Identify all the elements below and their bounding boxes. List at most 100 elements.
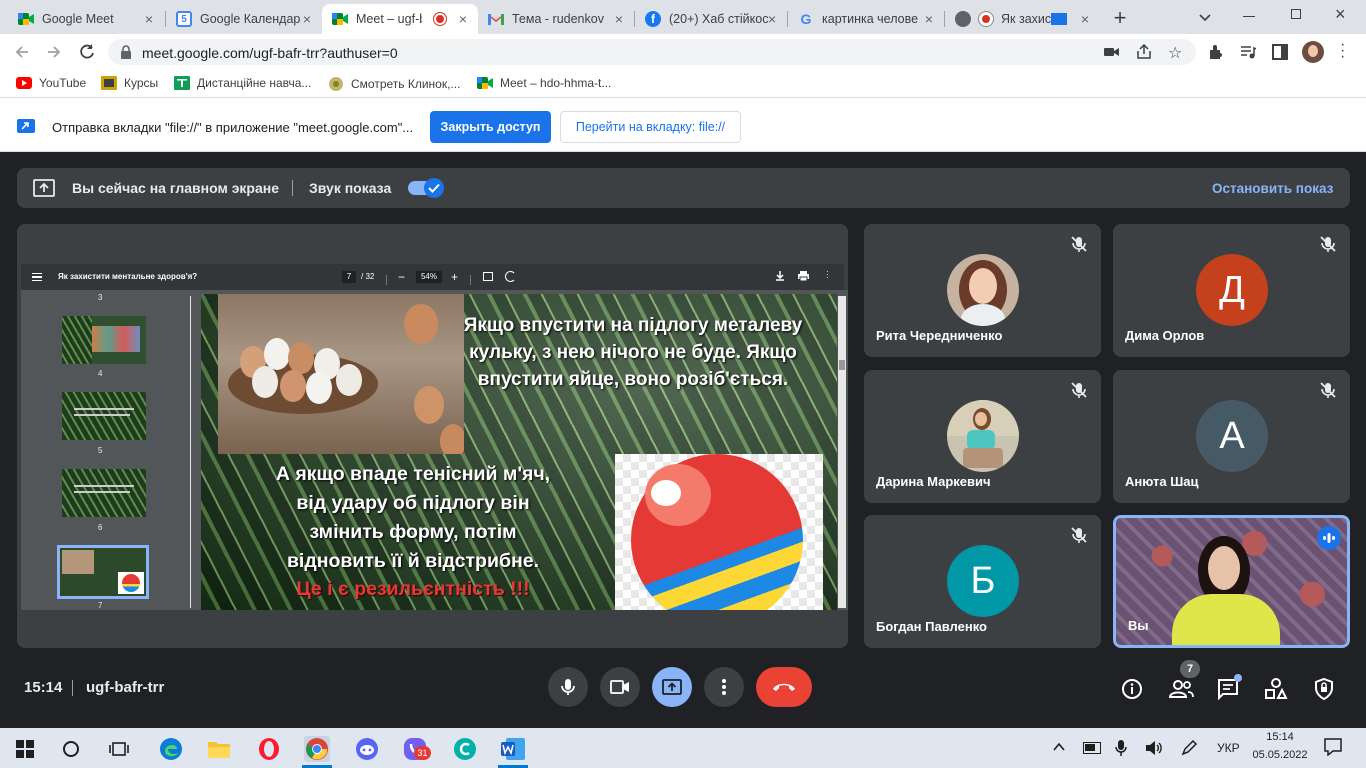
present-now-button[interactable] bbox=[652, 667, 692, 707]
thumb-number: 7 bbox=[98, 601, 103, 610]
pdf-page-input[interactable]: 7 bbox=[342, 271, 356, 283]
switch-tab-button[interactable]: Перейти на вкладку: file:// bbox=[560, 111, 741, 143]
leave-call-button[interactable] bbox=[756, 667, 812, 707]
media-control-icon[interactable] bbox=[1240, 44, 1256, 60]
close-icon[interactable]: × bbox=[765, 12, 779, 26]
pdf-more-icon[interactable]: · · · bbox=[826, 268, 829, 282]
tab-gmail[interactable]: Тема - rudenkov × bbox=[478, 4, 634, 34]
camera-permission-icon[interactable] bbox=[1104, 45, 1120, 59]
back-icon[interactable] bbox=[12, 42, 32, 62]
pdf-menu-icon[interactable] bbox=[32, 273, 42, 281]
bookmark-courses[interactable]: Курсы bbox=[101, 76, 158, 90]
discord-icon[interactable] bbox=[354, 736, 380, 762]
menu-icon[interactable]: · · · bbox=[1340, 37, 1346, 65]
participant-tile[interactable]: Дарина Маркевич bbox=[864, 370, 1101, 503]
pdf-fit-icon[interactable] bbox=[483, 272, 493, 281]
bookmark-demon-slayer[interactable]: Смотреть Клинок,... bbox=[328, 76, 460, 92]
extensions-icon[interactable] bbox=[1208, 44, 1224, 60]
tab-meet-active[interactable]: Meet – ugf-b × bbox=[322, 4, 478, 34]
tab-google-meet[interactable]: Google Meet × bbox=[8, 4, 164, 34]
url-text[interactable]: meet.google.com/ugf-bafr-trr?authuser=0 bbox=[142, 45, 398, 61]
windows-start-icon[interactable] bbox=[12, 736, 38, 762]
thumb-page-5[interactable] bbox=[62, 392, 146, 440]
skype-like-icon[interactable] bbox=[452, 736, 478, 762]
close-icon[interactable]: × bbox=[300, 12, 314, 26]
battery-icon[interactable] bbox=[1083, 742, 1101, 754]
taskbar-date[interactable]: 05.05.2022 bbox=[1250, 749, 1310, 761]
tab-mental-health[interactable]: Як захист × bbox=[945, 4, 1100, 34]
stop-presenting-button[interactable]: Остановить показ bbox=[1212, 181, 1333, 196]
thumb-page-7-selected[interactable] bbox=[57, 545, 149, 599]
file-explorer-icon[interactable] bbox=[206, 736, 232, 762]
side-panel-icon[interactable] bbox=[1272, 44, 1288, 60]
people-icon[interactable] bbox=[1168, 677, 1194, 701]
mic-off-icon bbox=[1069, 234, 1089, 254]
avatar: Б bbox=[947, 545, 1019, 617]
volume-icon[interactable] bbox=[1145, 740, 1163, 756]
host-controls-icon[interactable] bbox=[1312, 677, 1336, 701]
tray-chevron-icon[interactable] bbox=[1052, 741, 1066, 753]
participant-tile[interactable]: Д Дима Орлов bbox=[1113, 224, 1350, 357]
thumb-page-4[interactable] bbox=[62, 316, 146, 364]
profile-avatar[interactable] bbox=[1302, 41, 1324, 63]
taskbar-time[interactable]: 15:14 bbox=[1254, 731, 1306, 743]
restore-icon[interactable] bbox=[1291, 9, 1301, 19]
share-icon[interactable] bbox=[1136, 44, 1152, 60]
new-tab-button[interactable]: + bbox=[1110, 5, 1130, 30]
calendar-icon: 5 bbox=[176, 11, 192, 27]
people-count-badge: 7 bbox=[1180, 660, 1200, 678]
close-icon[interactable]: × bbox=[456, 12, 470, 26]
pen-icon[interactable] bbox=[1180, 739, 1198, 757]
close-icon[interactable]: × bbox=[1078, 12, 1092, 26]
stop-sharing-button[interactable]: Закрыть доступ bbox=[430, 111, 551, 143]
video-person-face bbox=[1208, 546, 1240, 590]
participant-tile[interactable]: Б Богдан Павленко bbox=[864, 515, 1101, 648]
pdf-zoom-out-icon[interactable]: − bbox=[398, 270, 405, 284]
close-icon[interactable]: × bbox=[922, 12, 936, 26]
bookmark-youtube[interactable]: YouTube bbox=[16, 76, 86, 90]
page-scrollbar[interactable] bbox=[838, 296, 846, 608]
pdf-download-icon[interactable] bbox=[775, 271, 785, 281]
thumb-page-6[interactable] bbox=[62, 469, 146, 517]
pdf-zoom-in-icon[interactable]: + bbox=[451, 270, 458, 284]
meeting-info-icon[interactable] bbox=[1120, 677, 1144, 701]
participant-tile[interactable]: А Анюта Шац bbox=[1113, 370, 1350, 503]
reload-icon[interactable] bbox=[77, 42, 97, 62]
pdf-zoom-input[interactable]: 54% bbox=[416, 271, 442, 283]
task-view-icon[interactable] bbox=[106, 736, 132, 762]
search-icon[interactable] bbox=[58, 736, 84, 762]
more-options-button[interactable] bbox=[704, 667, 744, 707]
tab-facebook[interactable]: f (20+) Хаб стійкос × bbox=[635, 4, 787, 34]
tab-search-icon[interactable] bbox=[1198, 10, 1212, 24]
participant-tile[interactable]: Рита Чередниченко bbox=[864, 224, 1101, 357]
lock-icon[interactable] bbox=[120, 45, 132, 59]
microphone-button[interactable] bbox=[548, 667, 588, 707]
window-close-icon[interactable]: × bbox=[1335, 4, 1351, 24]
tab-google-search[interactable]: G картинка челове × bbox=[788, 4, 944, 34]
notifications-icon[interactable] bbox=[1324, 738, 1342, 756]
check-icon[interactable] bbox=[424, 178, 444, 198]
minimize-icon[interactable] bbox=[1243, 16, 1255, 17]
bookmark-star-icon[interactable]: ☆ bbox=[1168, 43, 1184, 62]
bookmark-distance-learning[interactable]: Дистанційне навча... bbox=[174, 76, 311, 90]
activities-icon[interactable] bbox=[1264, 677, 1288, 701]
bookmark-label: Курсы bbox=[124, 76, 159, 90]
pdf-rotate-icon[interactable] bbox=[505, 271, 516, 282]
camera-button[interactable] bbox=[600, 667, 640, 707]
viber-badge: 31 bbox=[414, 746, 431, 760]
forward-icon[interactable] bbox=[44, 42, 64, 62]
edge-icon[interactable] bbox=[158, 736, 184, 762]
close-icon[interactable]: × bbox=[612, 12, 626, 26]
word-icon[interactable] bbox=[500, 736, 526, 762]
sound-label: Звук показа bbox=[309, 180, 392, 196]
keyboard-language[interactable]: УКР bbox=[1217, 741, 1240, 755]
self-video-tile[interactable]: Вы bbox=[1113, 515, 1350, 648]
tray-mic-icon[interactable] bbox=[1114, 739, 1128, 757]
chrome-icon[interactable] bbox=[304, 736, 330, 762]
bookmark-meet[interactable]: Meet – hdo-hhma-t... bbox=[477, 76, 611, 90]
pdf-print-icon[interactable] bbox=[798, 271, 809, 281]
participant-name: Дарина Маркевич bbox=[876, 474, 991, 489]
close-icon[interactable]: × bbox=[142, 12, 156, 26]
tab-google-calendar[interactable]: 5 Google Календар × bbox=[166, 4, 322, 34]
opera-icon[interactable] bbox=[256, 736, 282, 762]
